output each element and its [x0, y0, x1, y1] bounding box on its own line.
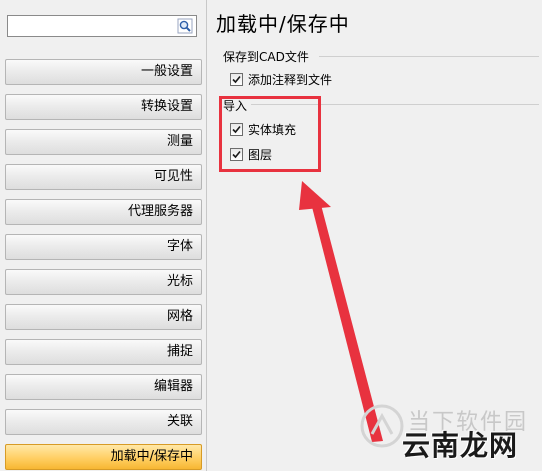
watermark-bottom-text: 云南龙网 [402, 429, 519, 462]
watermark-logo [360, 404, 404, 448]
annotation-arrow [299, 181, 383, 442]
